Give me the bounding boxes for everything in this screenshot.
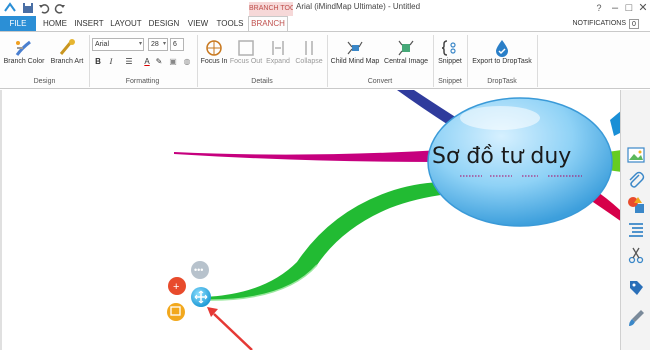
- list-icon[interactable]: [626, 220, 646, 240]
- notifications-count: 0: [629, 19, 639, 29]
- central-image-button[interactable]: Central Image: [381, 36, 431, 76]
- snippet-group-label: Snippet: [438, 78, 462, 85]
- ribbon: Branch Color Branch Art Design Arial ▾ 28…: [0, 31, 650, 89]
- formatting-group-label: Formatting: [125, 78, 160, 85]
- mind-map-drawing: ••• +: [167, 90, 620, 350]
- droptask-group-label: DropTask: [487, 78, 517, 85]
- tab-layout[interactable]: LAYOUT: [108, 16, 144, 31]
- group-divider: [327, 35, 328, 87]
- central-topic-label[interactable]: Sơ đồ tư duy: [432, 144, 620, 169]
- title-bar: BRANCH TOOLS Arial (iMindMap Ultimate) -…: [0, 0, 650, 16]
- tab-home[interactable]: HOME: [40, 16, 70, 31]
- align-icon[interactable]: ☰: [124, 56, 134, 67]
- central-image-icon: [398, 40, 414, 56]
- snippet-icon: [441, 40, 456, 56]
- branch-art-icon: [59, 39, 75, 55]
- attachment-icon[interactable]: [626, 170, 646, 190]
- branch-navy[interactable]: [397, 90, 457, 126]
- tab-view[interactable]: VIEW: [184, 16, 212, 31]
- expand-button[interactable]: Expand: [263, 36, 293, 76]
- snippet-button[interactable]: Snippet: [435, 36, 465, 76]
- right-sidebar: [620, 90, 650, 350]
- minimize-button[interactable]: –: [608, 1, 622, 15]
- focus-in-button[interactable]: Focus In: [199, 36, 229, 76]
- details-group-label: Details: [251, 78, 273, 85]
- focus-in-icon: [206, 40, 222, 56]
- paint-brush-icon[interactable]: [626, 308, 646, 328]
- close-button[interactable]: ✕: [636, 1, 650, 15]
- highlight-icon[interactable]: ✎: [154, 56, 164, 67]
- group-divider: [433, 35, 434, 87]
- tag-icon[interactable]: [626, 278, 646, 298]
- maximize-button[interactable]: □: [622, 1, 636, 15]
- undo-icon[interactable]: [38, 2, 50, 14]
- convert-group-label: Convert: [367, 78, 393, 85]
- clear-format-icon[interactable]: ◍: [182, 56, 192, 67]
- font-color-button[interactable]: A: [142, 56, 152, 67]
- branch-green[interactable]: [202, 182, 448, 301]
- branch-tools-context-label: BRANCH TOOLS: [249, 2, 293, 16]
- svg-text:•••: •••: [194, 265, 203, 275]
- help-button[interactable]: ?: [592, 1, 606, 15]
- child-mind-map-button[interactable]: Child Mind Map: [329, 36, 381, 76]
- redo-icon[interactable]: [54, 2, 66, 14]
- italic-button[interactable]: I: [106, 56, 116, 67]
- export-to-droptask-button[interactable]: Export to DropTask: [469, 36, 535, 76]
- group-divider: [197, 35, 198, 87]
- text-box-icon[interactable]: ▣: [168, 56, 178, 67]
- image-icon[interactable]: [626, 145, 646, 165]
- branch-color-button[interactable]: Branch Color: [2, 36, 46, 76]
- expand-icon: [272, 41, 284, 55]
- font-size-2-dropdown[interactable]: 6: [170, 38, 184, 51]
- collapse-button[interactable]: Collapse: [293, 36, 325, 76]
- branch-art-button[interactable]: Branch Art: [47, 36, 87, 76]
- font-size-dropdown[interactable]: 28 ▾: [148, 38, 168, 51]
- annotation-arrow: [213, 313, 253, 350]
- design-group-label: Design: [33, 78, 56, 85]
- focus-out-button[interactable]: Focus Out: [229, 36, 263, 76]
- notifications-label[interactable]: NOTIFICATIONS: [572, 16, 626, 31]
- collapse-icon: [305, 41, 313, 55]
- ribbon-tab-bar: FILE HOME INSERT LAYOUT DESIGN VIEW TOOL…: [0, 16, 650, 31]
- droptask-icon: [496, 40, 508, 57]
- branch-color-icon: [15, 40, 31, 56]
- cut-icon[interactable]: [626, 245, 646, 265]
- focus-out-icon: [238, 40, 254, 56]
- save-icon[interactable]: [22, 2, 34, 14]
- mind-map-canvas[interactable]: ••• + Sơ đồ tư duy: [0, 90, 620, 350]
- tab-branch[interactable]: BRANCH: [248, 16, 288, 31]
- tab-tools[interactable]: TOOLS: [214, 16, 246, 31]
- svg-text:+: +: [173, 281, 179, 293]
- chevron-down-icon: ▾: [162, 41, 166, 47]
- app-logo-icon: [4, 2, 16, 12]
- shapes-icon[interactable]: [626, 195, 646, 215]
- group-divider: [537, 35, 538, 87]
- font-name-dropdown[interactable]: Arial ▾: [92, 38, 144, 51]
- add-boundary-icon[interactable]: [167, 303, 185, 321]
- window-title: Arial (iMindMap Ultimate) - Untitled: [296, 2, 421, 11]
- branch-blue[interactable]: [610, 110, 620, 136]
- tab-file[interactable]: FILE: [0, 16, 36, 31]
- tab-insert[interactable]: INSERT: [72, 16, 106, 31]
- group-divider: [467, 35, 468, 87]
- tab-design[interactable]: DESIGN: [146, 16, 182, 31]
- bold-button[interactable]: B: [93, 56, 103, 67]
- chevron-down-icon: ▾: [138, 41, 142, 47]
- child-mind-map-icon: [347, 41, 363, 55]
- branch-magenta[interactable]: [174, 150, 442, 162]
